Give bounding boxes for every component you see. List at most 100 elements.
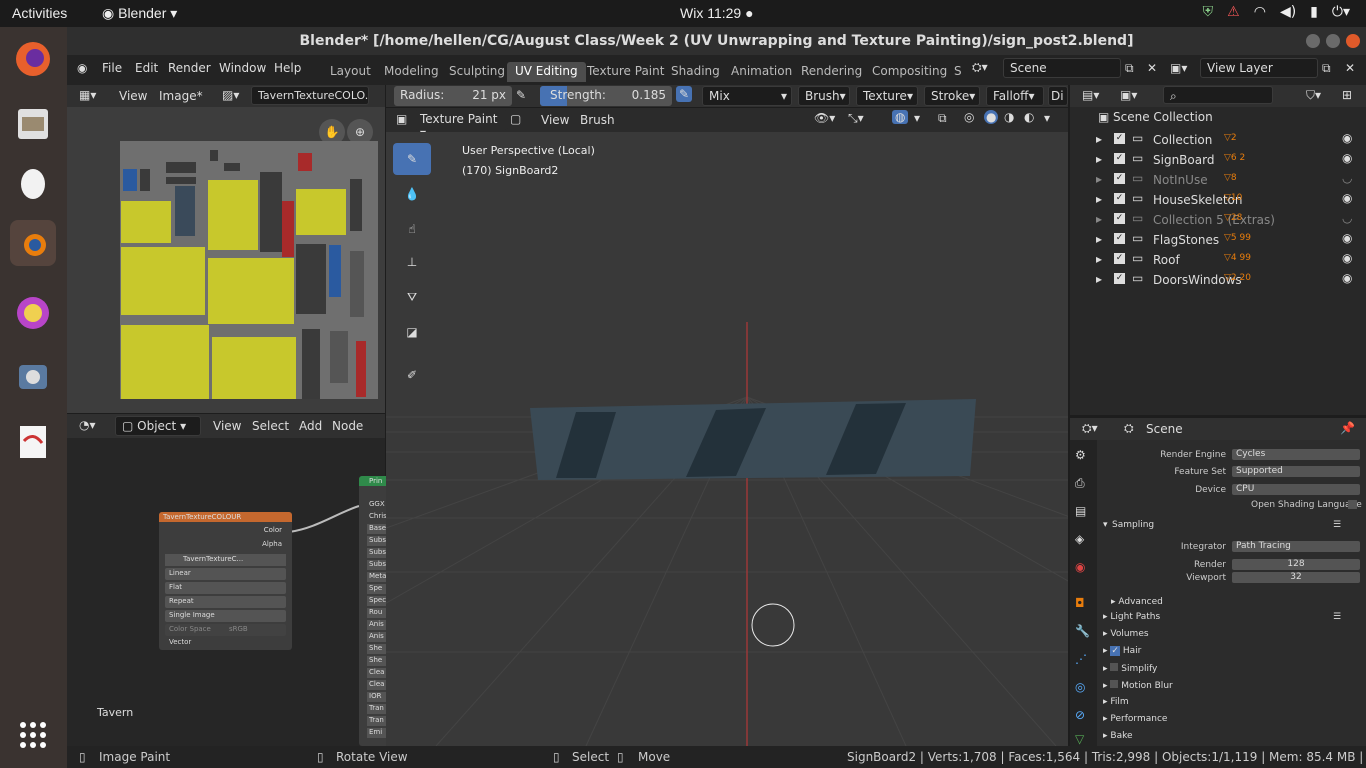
expand-arrow-icon[interactable]: ▸ (1096, 172, 1102, 186)
smear-tool-icon[interactable]: ☝ (393, 213, 431, 245)
world-tab-icon[interactable]: ◉ (1075, 560, 1085, 574)
tab-texture-paint[interactable]: Texture Paint (579, 62, 672, 82)
uv-menu-view[interactable]: View (119, 89, 147, 103)
render-samples-field[interactable]: 128 (1232, 559, 1360, 570)
falloff-popover[interactable]: Falloff▾ (986, 86, 1044, 106)
performance-panel[interactable]: ▸ Performance (1103, 714, 1167, 724)
node-menu-node[interactable]: Node (332, 419, 363, 433)
window-titlebar[interactable]: Blender* [/home/hellen/CG/August Class/W… (67, 27, 1366, 55)
visibility-eye-icon[interactable]: ◉ (1342, 131, 1352, 145)
exclude-checkbox[interactable]: ✓ (1114, 273, 1125, 284)
motion-blur-panel[interactable]: ▸ Motion Blur (1103, 680, 1173, 691)
mode-select[interactable]: Texture Paint ▾ (414, 110, 508, 140)
outliner-item[interactable]: ▸ ✓ ▭ Roof ▽4 99 ◉ (1070, 250, 1366, 270)
expand-arrow-icon[interactable]: ▸ (1096, 132, 1102, 146)
tab-modeling[interactable]: Modeling (376, 62, 447, 82)
simplify-panel[interactable]: ▸ Simplify (1103, 663, 1157, 674)
video-editor-icon[interactable] (10, 354, 56, 400)
file-manager-icon[interactable] (10, 100, 56, 146)
annotate-tool-icon[interactable]: ✐ (393, 359, 431, 391)
radius-field[interactable]: Radius: 21 px (394, 86, 512, 106)
visibility-eye-icon[interactable]: ◡ (1342, 171, 1352, 185)
colorspace-row[interactable]: Color Space sRGB (165, 624, 286, 636)
wifi-icon[interactable]: ◠ (1254, 4, 1266, 20)
viewport-menu-view[interactable]: View (541, 113, 569, 127)
outliner-search-input[interactable]: ⌕ (1163, 86, 1273, 104)
network-error-icon[interactable]: ⚠ (1227, 4, 1240, 20)
outliner-item[interactable]: ▸ ✓ ▭ NotInUse ▽8 ◡ (1070, 170, 1366, 190)
light-paths-panel[interactable]: ▸ Light Paths ☰ (1103, 612, 1363, 622)
render-engine-select[interactable]: Cycles (1232, 449, 1360, 460)
new-collection-icon[interactable]: ⊞ (1342, 88, 1352, 102)
exclude-checkbox[interactable]: ✓ (1114, 153, 1125, 164)
image-texture-node[interactable]: TavernTextureCOLOUR Color Alpha TavernTe… (159, 512, 292, 650)
draw-tool-icon[interactable]: ✎ (393, 143, 431, 175)
outliner-item[interactable]: ▸ ✓ ▭ Collection ▽2 ◉ (1070, 130, 1366, 150)
hair-panel[interactable]: ▸ ✓ Hair (1103, 646, 1141, 656)
filter-icon[interactable]: ⛉▾ (1306, 88, 1321, 103)
visibility-eye-icon[interactable]: ◉ (1342, 151, 1352, 165)
tab-rendering[interactable]: Rendering (793, 62, 870, 82)
tool-tab-icon[interactable]: ⚙ (1075, 448, 1086, 462)
menu-window[interactable]: Window (219, 61, 266, 75)
visibility-icon[interactable]: 👁▾ (814, 111, 835, 125)
tab-uv-editing[interactable]: UV Editing (507, 62, 586, 82)
volume-icon[interactable]: ◀) (1280, 4, 1296, 20)
radius-pressure-icon[interactable]: ✎ (516, 88, 526, 102)
exclude-checkbox[interactable]: ✓ (1114, 173, 1125, 184)
soften-tool-icon[interactable]: 💧 (393, 178, 431, 210)
uv-image-area[interactable]: ✋ ⊕ (67, 107, 385, 413)
shield-icon[interactable]: ⛨ (1203, 4, 1214, 20)
exclude-checkbox[interactable]: ✓ (1114, 213, 1125, 224)
scene-selector-icon[interactable]: ⛭▾ (972, 60, 988, 75)
expand-arrow-icon[interactable]: ▸ (1096, 212, 1102, 226)
display-popover[interactable]: Di (1048, 86, 1068, 106)
menu-help[interactable]: Help (274, 61, 301, 75)
scene-field[interactable]: Scene (1003, 58, 1121, 78)
sampling-panel-header[interactable]: ▾ Sampling ☰ (1097, 520, 1366, 536)
light-paths-list-icon[interactable]: ☰ (1333, 612, 1341, 622)
outliner-editor-type-icon[interactable]: ▤▾ (1082, 88, 1099, 102)
firefox-icon[interactable] (10, 36, 56, 82)
list-icon[interactable]: ☰ (1333, 520, 1341, 530)
strength-field[interactable]: Strength: 0.185 (540, 86, 672, 106)
copy-scene-icon[interactable]: ⧉ (1125, 61, 1134, 76)
volumes-panel[interactable]: ▸ Volumes (1103, 629, 1149, 639)
out-alpha-socket[interactable]: Alpha (262, 540, 282, 548)
wireframe-shading-icon[interactable]: ◎ (964, 110, 974, 124)
view-layer-field[interactable]: View Layer (1200, 58, 1318, 78)
exclude-checkbox[interactable]: ✓ (1114, 133, 1125, 144)
film-panel[interactable]: ▸ Film (1103, 697, 1129, 707)
fill-tool-icon[interactable]: ⛛ (393, 281, 431, 313)
menu-edit[interactable]: Edit (135, 61, 158, 75)
visibility-eye-icon[interactable]: ◉ (1342, 271, 1352, 285)
bake-panel[interactable]: ▸ Bake (1103, 731, 1133, 741)
show-apps-icon[interactable] (10, 712, 56, 758)
exclude-checkbox[interactable]: ✓ (1114, 253, 1125, 264)
tab-sculpting[interactable]: Sculpting (441, 62, 513, 82)
interpolation-select[interactable]: Linear (165, 568, 286, 580)
expand-arrow-icon[interactable]: ▸ (1096, 192, 1102, 206)
modifier-tab-icon[interactable]: 🔧 (1075, 624, 1090, 638)
system-tray[interactable]: ⛨ ⚠ ◠ ◀) ▮ ⏻▾ (1203, 4, 1350, 20)
copy-view-layer-icon[interactable]: ⧉ (1322, 61, 1331, 76)
document-viewer-icon[interactable] (10, 418, 56, 464)
outliner-item[interactable]: ▸ ✓ ▭ FlagStones ▽5 99 ◉ (1070, 230, 1366, 250)
visibility-eye-icon[interactable]: ◉ (1342, 251, 1352, 265)
power-menu-icon[interactable]: ⏻▾ (1332, 4, 1350, 20)
minimize-button[interactable] (1306, 34, 1320, 48)
physics-tab-icon[interactable]: ◎ (1075, 680, 1085, 694)
visibility-eye-icon[interactable]: ◉ (1342, 231, 1352, 245)
node-menu-view[interactable]: View (213, 419, 241, 433)
feature-set-select[interactable]: Supported (1232, 466, 1360, 477)
display-mode-icon[interactable]: ▣▾ (1120, 88, 1137, 102)
stroke-popover[interactable]: Stroke▾ (924, 86, 980, 106)
node-editor-type-icon[interactable]: ◔▾ (79, 418, 96, 432)
integrator-select[interactable]: Path Tracing (1232, 541, 1360, 552)
exclude-checkbox[interactable]: ✓ (1114, 193, 1125, 204)
viewport-menu-brush[interactable]: Brush (580, 113, 615, 127)
node-menu-select[interactable]: Select (252, 419, 289, 433)
object-tab-icon[interactable]: ◘ (1075, 596, 1085, 610)
extension-select[interactable]: Repeat (165, 596, 286, 608)
simplify-checkbox[interactable] (1110, 663, 1119, 671)
